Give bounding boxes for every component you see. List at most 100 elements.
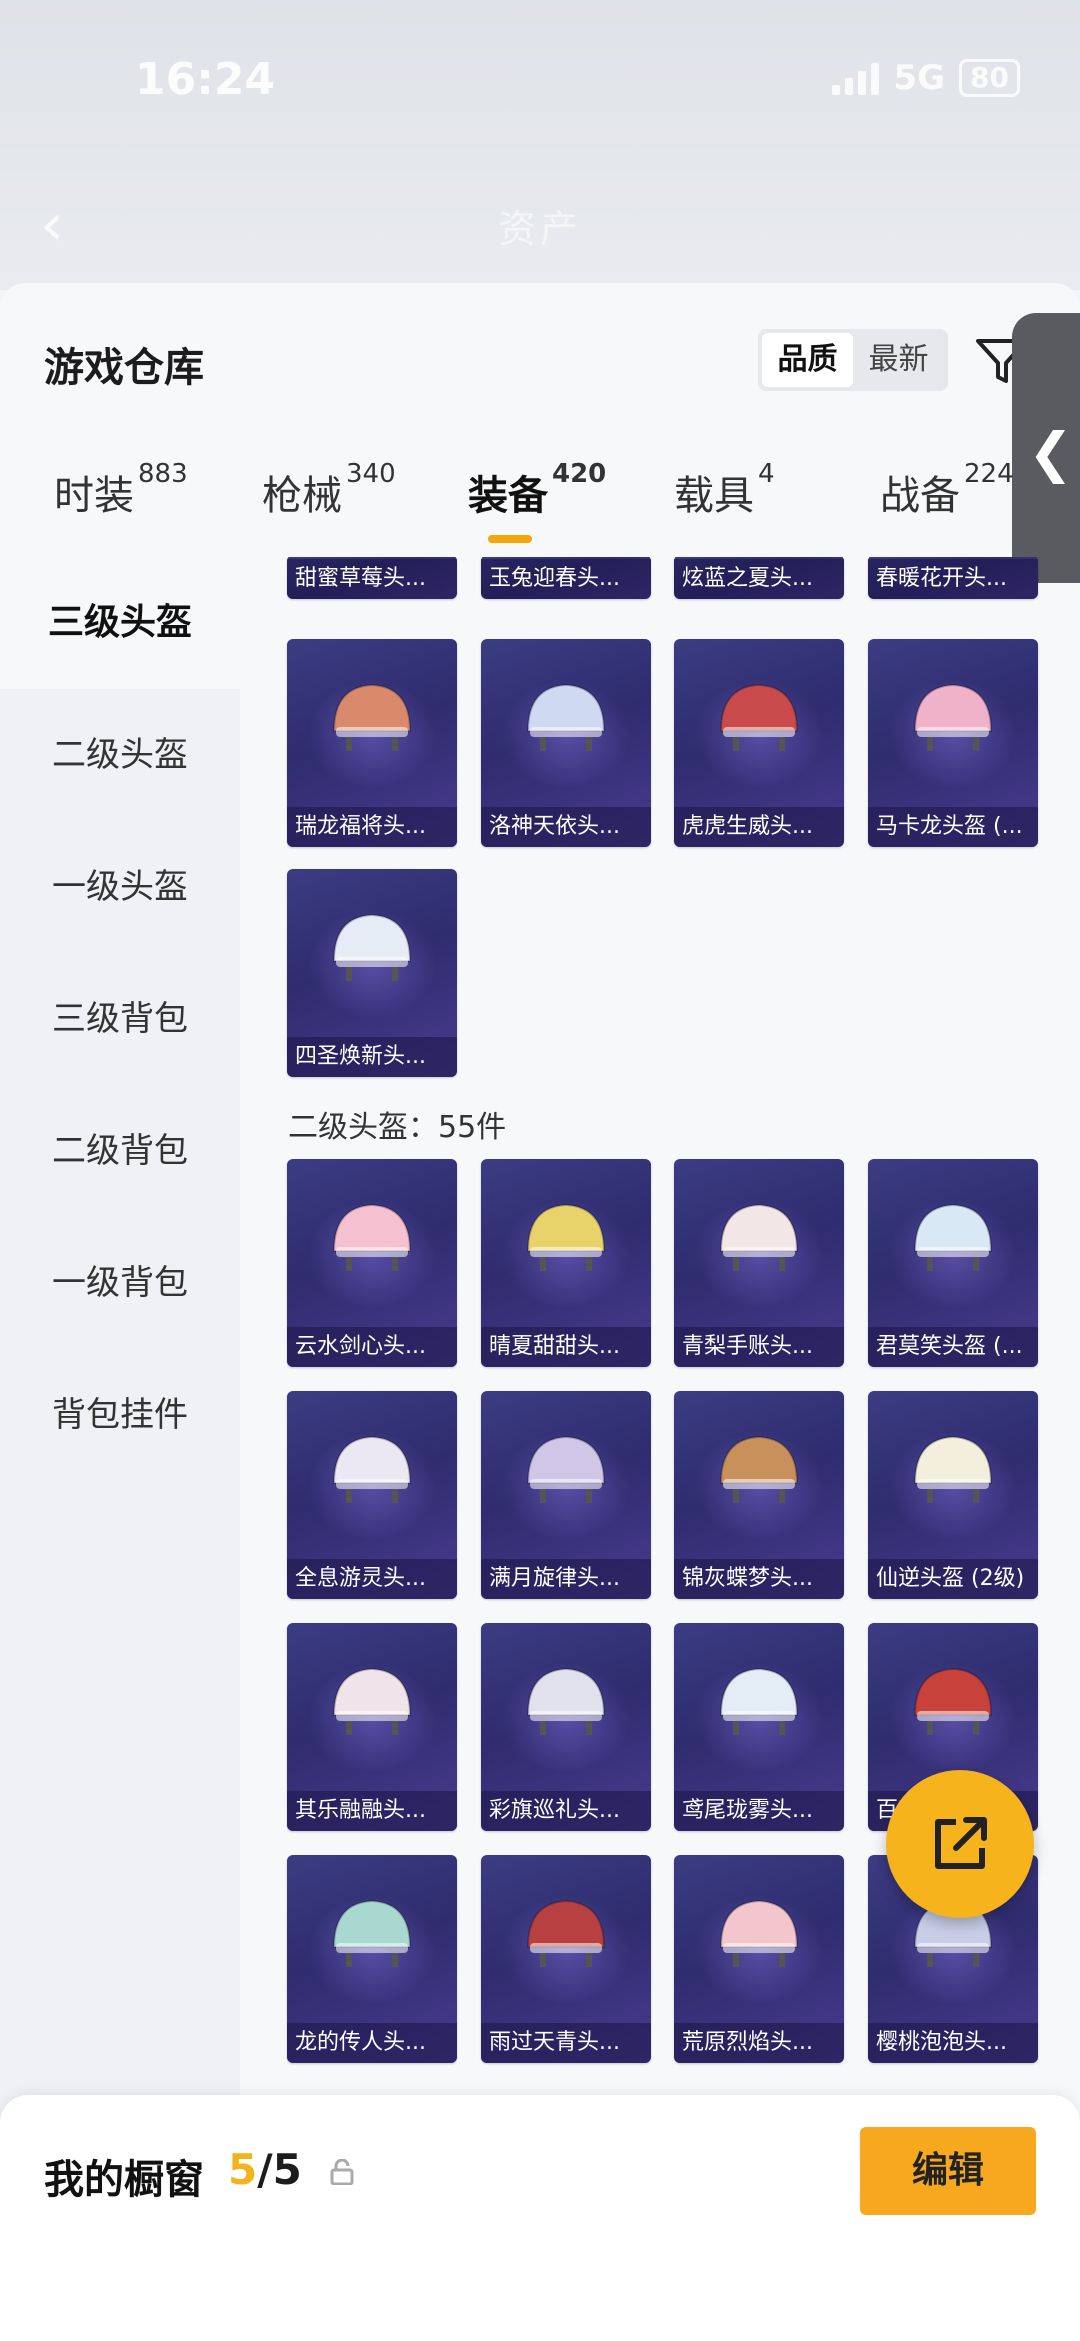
sort-latest-button[interactable]: 最新 [853, 333, 944, 387]
helmet-icon [526, 1667, 606, 1735]
sort-toggle: 品质 最新 [758, 329, 948, 391]
item-card[interactable]: 鸢尾珑雾头... [674, 1623, 844, 1831]
helmet-icon [913, 683, 993, 751]
item-card[interactable]: 云水剑心头... [287, 1159, 457, 1367]
tab-vehicles[interactable]: 载具 4 [674, 459, 775, 521]
tab-equipment[interactable]: 装备 420 [468, 459, 606, 521]
item-card[interactable]: 彩旗巡礼头... [481, 1623, 651, 1831]
helmet-icon [913, 1435, 993, 1503]
item-card[interactable]: 瑞龙福将头... [287, 639, 457, 847]
item-card[interactable]: 洛神天依头... [481, 639, 651, 847]
tab-count: 4 [758, 459, 775, 489]
item-name: 晴夏甜甜头... [481, 1327, 651, 1367]
tab-count: 224 [964, 459, 1014, 489]
item-card[interactable]: 其乐融融头... [287, 1623, 457, 1831]
showcase-bar: 我的橱窗 5/5 编辑 [0, 2095, 1080, 2341]
sidebar-item-backpack-pendant[interactable]: 背包挂件 [0, 1349, 240, 1481]
sidebar-item-level3-backpack[interactable]: 三级背包 [0, 953, 240, 1085]
network-label: 5G [893, 58, 946, 98]
item-card[interactable]: 龙的传人头... [287, 1855, 457, 2063]
item-name: 君莫笑头盔 (... [868, 1327, 1038, 1367]
item-card[interactable]: 满月旋律头... [481, 1391, 651, 1599]
sidebar-item-level1-helmet[interactable]: 一级头盔 [0, 821, 240, 953]
item-card[interactable]: 马卡龙头盔 (... [868, 639, 1038, 847]
item-card[interactable]: 仙逆头盔 (2级) [868, 1391, 1038, 1599]
item-card[interactable]: 荒原烈焰头... [674, 1855, 844, 2063]
helmet-icon [719, 1899, 799, 1967]
tab-label: 战备 [880, 473, 960, 519]
status-bar: 16:24 5G 80 [0, 40, 1080, 120]
sidebar-item-level2-helmet[interactable]: 二级头盔 [0, 689, 240, 821]
sort-quality-button[interactable]: 品质 [762, 333, 853, 387]
warehouse-sheet: 游戏仓库 品质 最新 ❮ 时装 883 枪械 340 装备 420 载具 4 战备 224… [0, 283, 1080, 2341]
share-icon [935, 1817, 987, 1869]
helmet-icon [719, 1203, 799, 1271]
item-name: 马卡龙头盔 (... [868, 807, 1038, 847]
item-name: 仙逆头盔 (2级) [868, 1559, 1038, 1599]
showcase-total: /5 [257, 2145, 302, 2194]
item-name: 龙的传人头... [287, 2023, 457, 2063]
subcategory-sidebar: 三级头盔 二级头盔 一级头盔 三级背包 二级背包 一级背包 背包挂件 [0, 557, 240, 2341]
item-card[interactable]: 春暖花开头... [868, 557, 1038, 599]
lock-icon [330, 2159, 354, 2185]
item-grid: 甜蜜草莓头... 玉兔迎春头... 炫蓝之夏头... 春暖花开头... 瑞龙福将头...… [240, 557, 1080, 2317]
helmet-icon [913, 1203, 993, 1271]
item-name: 彩旗巡礼头... [481, 1791, 651, 1831]
category-tabs: 时装 883 枪械 340 装备 420 载具 4 战备 224 [0, 459, 1080, 553]
helmet-icon [332, 1203, 412, 1271]
item-name: 雨过天青头... [481, 2023, 651, 2063]
status-icons: 5G 80 [832, 58, 1020, 98]
tab-weapons[interactable]: 枪械 340 [262, 459, 396, 521]
item-name: 玉兔迎春头... [481, 559, 651, 599]
section-title-level2: 二级头盔：55件 [288, 1110, 507, 1145]
helmet-icon [719, 683, 799, 751]
status-time: 16:24 [135, 54, 276, 105]
helmet-icon [332, 683, 412, 751]
item-name: 其乐融融头... [287, 1791, 457, 1831]
tab-label: 装备 [468, 473, 548, 519]
item-name: 锦灰蝶梦头... [674, 1559, 844, 1599]
item-card[interactable]: 炫蓝之夏头... [674, 557, 844, 599]
showcase-current: 5 [228, 2145, 258, 2194]
item-card[interactable]: 青梨手账头... [674, 1159, 844, 1367]
item-name: 瑞龙福将头... [287, 807, 457, 847]
edit-button[interactable]: 编辑 [860, 2127, 1036, 2215]
nav-title: 资产 [497, 207, 582, 251]
nav-bar: ‹ 资产 [0, 170, 1080, 280]
showcase-title: 我的橱窗 [44, 2157, 204, 2203]
helmet-icon [332, 913, 412, 981]
item-name: 鸢尾珑雾头... [674, 1791, 844, 1831]
item-card[interactable]: 四圣焕新头... [287, 869, 457, 1077]
item-name: 青梨手账头... [674, 1327, 844, 1367]
item-name: 炫蓝之夏头... [674, 559, 844, 599]
tab-fashion[interactable]: 时装 883 [54, 459, 188, 521]
battery-indicator: 80 [959, 59, 1020, 97]
helmet-icon [332, 1899, 412, 1967]
item-card[interactable]: 晴夏甜甜头... [481, 1159, 651, 1367]
item-card[interactable]: 甜蜜草莓头... [287, 557, 457, 599]
tab-count: 340 [346, 459, 396, 489]
share-button[interactable] [886, 1770, 1034, 1918]
item-name: 荒原烈焰头... [674, 2023, 844, 2063]
tab-label: 枪械 [262, 473, 342, 519]
item-card[interactable]: 玉兔迎春头... [481, 557, 651, 599]
helmet-icon [913, 1667, 993, 1735]
sidebar-item-level1-backpack[interactable]: 一级背包 [0, 1217, 240, 1349]
tab-count: 420 [552, 459, 607, 489]
background-header: 16:24 5G 80 ‹ 资产 [0, 0, 1080, 290]
sidebar-item-level2-backpack[interactable]: 二级背包 [0, 1085, 240, 1217]
item-card[interactable]: 虎虎生威头... [674, 639, 844, 847]
tab-supplies[interactable]: 战备 224 [880, 459, 1014, 521]
item-card[interactable]: 雨过天青头... [481, 1855, 651, 2063]
helmet-icon [332, 1435, 412, 1503]
helmet-icon [332, 1667, 412, 1735]
tab-label: 时装 [54, 473, 134, 519]
helmet-icon [526, 683, 606, 751]
item-card[interactable]: 全息游灵头... [287, 1391, 457, 1599]
item-card[interactable]: 锦灰蝶梦头... [674, 1391, 844, 1599]
sidebar-item-level3-helmet[interactable]: 三级头盔 [0, 557, 240, 689]
item-card[interactable]: 君莫笑头盔 (... [868, 1159, 1038, 1367]
item-name: 云水剑心头... [287, 1327, 457, 1367]
helmet-icon [526, 1899, 606, 1967]
item-name: 甜蜜草莓头... [287, 559, 457, 599]
